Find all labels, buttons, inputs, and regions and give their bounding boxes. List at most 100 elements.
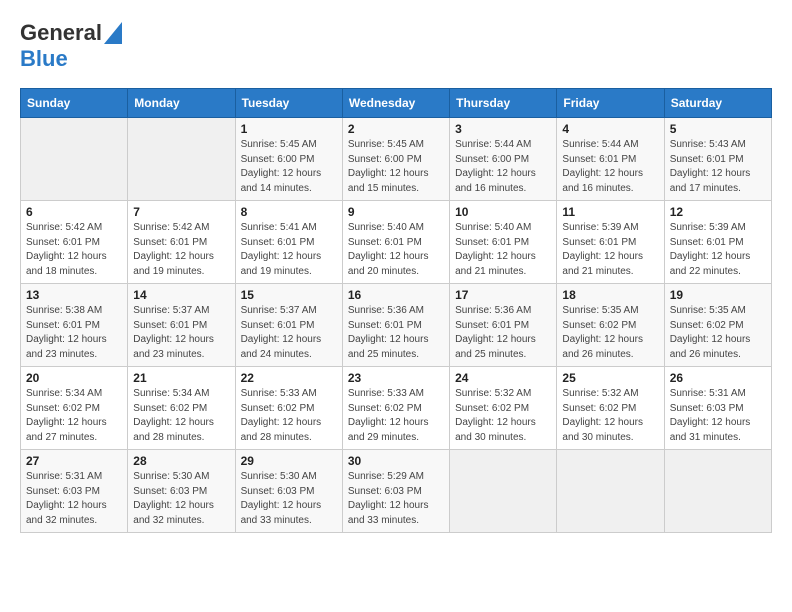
calendar-cell: 5Sunrise: 5:43 AMSunset: 6:01 PMDaylight… xyxy=(664,118,771,201)
calendar-cell: 11 Sunrise: 5:39 AMSunset: 6:01 PMDayligh… xyxy=(557,201,664,284)
calendar-cell: 12Sunrise: 5:39 AMSunset: 6:01 PMDayligh… xyxy=(664,201,771,284)
day-number: 19 xyxy=(670,288,766,302)
day-number: 7 xyxy=(133,205,229,219)
day-info: Sunrise: 5:37 AMSunset: 6:01 PMDaylight:… xyxy=(133,304,229,362)
day-info: Sunrise: 5:39 AMSunset: 6:01 PMDaylight:… xyxy=(562,221,658,279)
calendar-cell: 26Sunrise: 5:31 AMSunset: 6:03 PMDayligh… xyxy=(664,367,771,450)
day-number: 14 xyxy=(133,288,229,302)
day-number: 10 xyxy=(455,205,551,219)
week-row-3: 13Sunrise: 5:38 AMSunset: 6:01 PMDayligh… xyxy=(21,284,772,367)
day-number: 4 xyxy=(562,122,658,136)
logo-general: General xyxy=(20,20,102,46)
calendar-cell: 21 Sunrise: 5:34 AMSunset: 6:02 PMDayligh… xyxy=(128,367,235,450)
day-info: Sunrise: 5:36 AMSunset: 6:01 PMDaylight:… xyxy=(348,304,444,362)
calendar-cell: 28 Sunrise: 5:30 AMSunset: 6:03 PMDayligh… xyxy=(128,450,235,533)
calendar-cell: 2 Sunrise: 5:45 AMSunset: 6:00 PMDaylight… xyxy=(342,118,449,201)
day-number: 18 xyxy=(562,288,658,302)
day-number: 22 xyxy=(241,371,337,385)
calendar-cell: 19Sunrise: 5:35 AMSunset: 6:02 PMDayligh… xyxy=(664,284,771,367)
day-number: 11 xyxy=(562,205,658,219)
day-info: Sunrise: 5:34 AMSunset: 6:02 PMDaylight:… xyxy=(133,387,229,445)
calendar-cell xyxy=(21,118,128,201)
day-number: 27 xyxy=(26,454,122,468)
day-number: 28 xyxy=(133,454,229,468)
day-number: 16 xyxy=(348,288,444,302)
week-row-1: 1 Sunrise: 5:45 AMSunset: 6:00 PMDaylight… xyxy=(21,118,772,201)
day-number: 12 xyxy=(670,205,766,219)
day-info: Sunrise: 5:45 AMSunset: 6:00 PMDaylight:… xyxy=(241,138,337,196)
day-number: 24 xyxy=(455,371,551,385)
day-info: Sunrise: 5:34 AMSunset: 6:02 PMDaylight:… xyxy=(26,387,122,445)
calendar-cell: 15 Sunrise: 5:37 AMSunset: 6:01 PMDayligh… xyxy=(235,284,342,367)
dow-header-sunday: Sunday xyxy=(21,89,128,118)
calendar-cell: 24 Sunrise: 5:32 AMSunset: 6:02 PMDayligh… xyxy=(450,367,557,450)
day-info: Sunrise: 5:37 AMSunset: 6:01 PMDaylight:… xyxy=(241,304,337,362)
logo: General Blue xyxy=(20,20,122,72)
calendar-cell: 6 Sunrise: 5:42 AMSunset: 6:01 PMDaylight… xyxy=(21,201,128,284)
calendar-cell: 27 Sunrise: 5:31 AMSunset: 6:03 PMDayligh… xyxy=(21,450,128,533)
day-info: Sunrise: 5:33 AMSunset: 6:02 PMDaylight:… xyxy=(241,387,337,445)
day-number: 3 xyxy=(455,122,551,136)
calendar-table: SundayMondayTuesdayWednesdayThursdayFrid… xyxy=(20,88,772,533)
day-info: Sunrise: 5:32 AMSunset: 6:02 PMDaylight:… xyxy=(562,387,658,445)
calendar-cell: 8 Sunrise: 5:41 AMSunset: 6:01 PMDaylight… xyxy=(235,201,342,284)
calendar-cell: 22 Sunrise: 5:33 AMSunset: 6:02 PMDayligh… xyxy=(235,367,342,450)
day-number: 13 xyxy=(26,288,122,302)
day-number: 21 xyxy=(133,371,229,385)
day-info: Sunrise: 5:31 AMSunset: 6:03 PMDaylight:… xyxy=(26,470,122,528)
day-info: Sunrise: 5:42 AMSunset: 6:01 PMDaylight:… xyxy=(133,221,229,279)
dow-header-wednesday: Wednesday xyxy=(342,89,449,118)
calendar-cell xyxy=(557,450,664,533)
day-number: 17 xyxy=(455,288,551,302)
day-info: Sunrise: 5:45 AMSunset: 6:00 PMDaylight:… xyxy=(348,138,444,196)
calendar-cell: 4 Sunrise: 5:44 AMSunset: 6:01 PMDaylight… xyxy=(557,118,664,201)
calendar-cell: 25 Sunrise: 5:32 AMSunset: 6:02 PMDayligh… xyxy=(557,367,664,450)
calendar-cell: 10 Sunrise: 5:40 AMSunset: 6:01 PMDayligh… xyxy=(450,201,557,284)
dow-header-monday: Monday xyxy=(128,89,235,118)
day-number: 5 xyxy=(670,122,766,136)
calendar-cell: 14 Sunrise: 5:37 AMSunset: 6:01 PMDayligh… xyxy=(128,284,235,367)
day-info: Sunrise: 5:30 AMSunset: 6:03 PMDaylight:… xyxy=(133,470,229,528)
day-number: 6 xyxy=(26,205,122,219)
day-info: Sunrise: 5:44 AMSunset: 6:01 PMDaylight:… xyxy=(562,138,658,196)
week-row-2: 6 Sunrise: 5:42 AMSunset: 6:01 PMDaylight… xyxy=(21,201,772,284)
week-row-5: 27 Sunrise: 5:31 AMSunset: 6:03 PMDayligh… xyxy=(21,450,772,533)
day-number: 25 xyxy=(562,371,658,385)
calendar-cell: 20 Sunrise: 5:34 AMSunset: 6:02 PMDayligh… xyxy=(21,367,128,450)
page-header: General Blue xyxy=(20,20,772,72)
dow-header-saturday: Saturday xyxy=(664,89,771,118)
logo-arrow-icon xyxy=(104,22,122,44)
day-info: Sunrise: 5:42 AMSunset: 6:01 PMDaylight:… xyxy=(26,221,122,279)
calendar-cell: 30 Sunrise: 5:29 AMSunset: 6:03 PMDayligh… xyxy=(342,450,449,533)
calendar-cell xyxy=(450,450,557,533)
day-number: 9 xyxy=(348,205,444,219)
day-info: Sunrise: 5:33 AMSunset: 6:02 PMDaylight:… xyxy=(348,387,444,445)
week-row-4: 20 Sunrise: 5:34 AMSunset: 6:02 PMDayligh… xyxy=(21,367,772,450)
day-info: Sunrise: 5:40 AMSunset: 6:01 PMDaylight:… xyxy=(455,221,551,279)
logo-blue: Blue xyxy=(20,46,68,72)
day-info: Sunrise: 5:29 AMSunset: 6:03 PMDaylight:… xyxy=(348,470,444,528)
calendar-cell: 18Sunrise: 5:35 AMSunset: 6:02 PMDayligh… xyxy=(557,284,664,367)
day-number: 20 xyxy=(26,371,122,385)
day-number: 1 xyxy=(241,122,337,136)
day-info: Sunrise: 5:31 AMSunset: 6:03 PMDaylight:… xyxy=(670,387,766,445)
day-info: Sunrise: 5:40 AMSunset: 6:01 PMDaylight:… xyxy=(348,221,444,279)
day-info: Sunrise: 5:36 AMSunset: 6:01 PMDaylight:… xyxy=(455,304,551,362)
calendar-cell: 1 Sunrise: 5:45 AMSunset: 6:00 PMDaylight… xyxy=(235,118,342,201)
day-info: Sunrise: 5:41 AMSunset: 6:01 PMDaylight:… xyxy=(241,221,337,279)
day-number: 30 xyxy=(348,454,444,468)
day-info: Sunrise: 5:32 AMSunset: 6:02 PMDaylight:… xyxy=(455,387,551,445)
calendar-cell: 17 Sunrise: 5:36 AMSunset: 6:01 PMDayligh… xyxy=(450,284,557,367)
calendar-cell xyxy=(664,450,771,533)
day-number: 2 xyxy=(348,122,444,136)
day-number: 23 xyxy=(348,371,444,385)
calendar-cell: 3Sunrise: 5:44 AMSunset: 6:00 PMDaylight… xyxy=(450,118,557,201)
dow-header-thursday: Thursday xyxy=(450,89,557,118)
day-number: 15 xyxy=(241,288,337,302)
calendar-cell: 23 Sunrise: 5:33 AMSunset: 6:02 PMDayligh… xyxy=(342,367,449,450)
dow-header-tuesday: Tuesday xyxy=(235,89,342,118)
day-number: 8 xyxy=(241,205,337,219)
calendar-cell: 29Sunrise: 5:30 AMSunset: 6:03 PMDayligh… xyxy=(235,450,342,533)
calendar-cell xyxy=(128,118,235,201)
calendar-cell: 7 Sunrise: 5:42 AMSunset: 6:01 PMDaylight… xyxy=(128,201,235,284)
